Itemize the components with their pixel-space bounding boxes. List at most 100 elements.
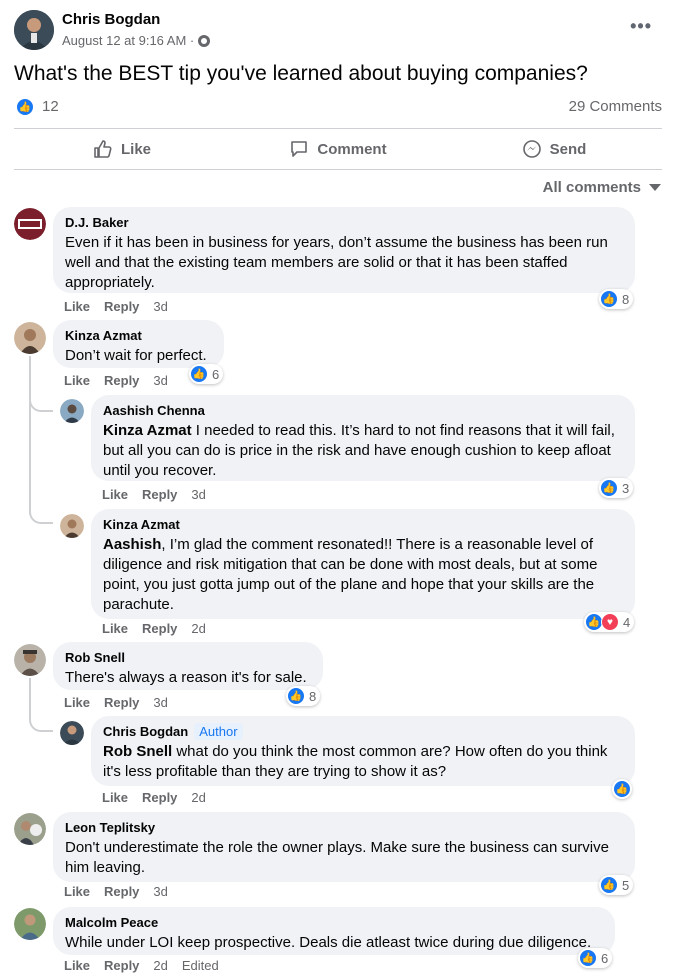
comment-reactions[interactable]: 👍 3 [599, 478, 634, 498]
comment-actions: Like Reply 2d [102, 621, 206, 636]
avatar[interactable] [14, 908, 46, 940]
post-actions: Like Comment Send [14, 130, 662, 168]
edited-label: Edited [181, 958, 219, 973]
reaction-count: 5 [622, 877, 630, 893]
comment-text: Rob Snell what do you think the most com… [103, 742, 623, 782]
like-button[interactable]: Like [14, 130, 230, 168]
reaction-count[interactable]: 12 [42, 98, 59, 115]
comment-like-button[interactable]: Like [102, 487, 128, 502]
reaction-count: 8 [309, 688, 317, 704]
commenter-name[interactable]: Malcolm Peace [65, 914, 603, 931]
comment-button[interactable]: Comment [230, 130, 446, 168]
commenter-name[interactable]: Leon Teplitsky [65, 819, 623, 836]
comment-like-button[interactable]: Like [64, 695, 90, 710]
comment-time[interactable]: 3d [153, 884, 167, 899]
comment-actions: Like Reply 3d [102, 487, 206, 502]
post-timestamp[interactable]: August 12 at 9:16 AM · [62, 33, 211, 48]
comment-reactions[interactable]: 👍 5 [599, 875, 634, 895]
mention-link[interactable]: Kinza Azmat [103, 422, 192, 439]
avatar[interactable] [14, 644, 46, 676]
comment-bubble: Leon Teplitsky Don't underestimate the r… [53, 812, 635, 882]
comment-icon [291, 141, 308, 157]
thumbs-up-icon [94, 140, 112, 158]
like-reaction-icon: 👍 [600, 479, 618, 497]
comment-text: There's always a reason it's for sale. [65, 669, 307, 686]
comment-like-button[interactable]: Like [64, 299, 90, 314]
post-author-name[interactable]: Chris Bogdan [62, 11, 160, 28]
comment-time[interactable]: 2d [191, 621, 205, 636]
comment-bubble: Rob Snell There's always a reason it's f… [53, 642, 323, 690]
comments-count[interactable]: 29 Comments [569, 98, 662, 115]
comment-body: , I’m glad the comment resonated!! There… [103, 536, 598, 613]
comment-reactions[interactable]: 👍 8 [286, 686, 321, 706]
comment-text: Kinza Azmat I needed to read this. It’s … [103, 421, 623, 481]
comment-actions: Like Reply 2d Edited [64, 958, 219, 973]
post-author-avatar[interactable] [14, 10, 54, 50]
globe-icon [198, 34, 211, 47]
comment-reply-button[interactable]: Reply [104, 299, 139, 314]
comment-like-button[interactable]: Like [64, 958, 90, 973]
avatar[interactable] [14, 208, 46, 240]
commenter-name[interactable]: D.J. Baker [65, 214, 623, 231]
comment-text: Don't underestimate the role the owner p… [65, 839, 609, 876]
love-reaction-icon: ♥ [601, 613, 619, 631]
comment-like-button[interactable]: Like [102, 790, 128, 805]
like-reaction-icon[interactable]: 👍 [16, 98, 34, 116]
more-options-icon[interactable]: ••• [630, 16, 652, 37]
comment-time[interactable]: 3d [153, 695, 167, 710]
comment-like-button[interactable]: Like [64, 884, 90, 899]
author-badge: Author [194, 723, 243, 740]
comment-bubble: Kinza Azmat Aashish, I’m glad the commen… [91, 509, 635, 619]
comment-time[interactable]: 3d [191, 487, 205, 502]
avatar[interactable] [60, 399, 84, 423]
commenter-name[interactable]: Aashish Chenna [103, 402, 623, 419]
comment-reply-button[interactable]: Reply [142, 621, 177, 636]
thread-connector [29, 396, 53, 412]
comment-reply-button[interactable]: Reply [104, 373, 139, 388]
mention-link[interactable]: Rob Snell [103, 743, 172, 760]
send-label: Send [549, 140, 587, 158]
comment-reply-button[interactable]: Reply [142, 487, 177, 502]
thread-line [29, 356, 31, 514]
comment-reactions[interactable]: 👍 6 [189, 364, 224, 384]
post-meta-text[interactable]: August 12 at 9:16 AM · [62, 33, 194, 48]
avatar[interactable] [14, 322, 46, 354]
comment-text: Even if it has been in business for year… [65, 234, 608, 291]
comment-sort-dropdown[interactable]: All comments [543, 179, 661, 196]
commenter-name[interactable]: Kinza Azmat [65, 327, 212, 344]
thread-connector [29, 508, 53, 524]
comment-time[interactable]: 3d [153, 299, 167, 314]
avatar[interactable] [60, 721, 84, 745]
comment-actions: Like Reply 2d [102, 790, 206, 805]
comment-time[interactable]: 3d [153, 373, 167, 388]
commenter-name[interactable]: Chris Bogdan [103, 723, 188, 740]
reaction-count: 6 [601, 950, 609, 966]
comment-time[interactable]: 2d [153, 958, 167, 973]
comment-reply-button[interactable]: Reply [104, 884, 139, 899]
comment-reply-button[interactable]: Reply [104, 958, 139, 973]
divider [14, 128, 662, 129]
commenter-name[interactable]: Rob Snell [65, 649, 311, 666]
comment-reactions[interactable]: 👍 [612, 779, 632, 799]
comment-like-button[interactable]: Like [64, 373, 90, 388]
comment-actions: Like Reply 3d [64, 695, 168, 710]
thread-line [29, 678, 31, 718]
comment-like-button[interactable]: Like [102, 621, 128, 636]
send-button[interactable]: Send [446, 130, 662, 168]
comment-reactions[interactable]: 👍 ♥ 4 [584, 612, 635, 632]
post-text: What's the BEST tip you've learned about… [14, 62, 588, 85]
comment-reactions[interactable]: 👍 6 [578, 948, 613, 968]
avatar[interactable] [60, 514, 84, 538]
like-label: Like [120, 140, 151, 158]
comment-reply-button[interactable]: Reply [142, 790, 177, 805]
comment-text: Don’t wait for perfect. [65, 347, 207, 364]
comment-reply-button[interactable]: Reply [104, 695, 139, 710]
commenter-name[interactable]: Kinza Azmat [103, 516, 623, 533]
comment-reactions[interactable]: 👍 8 [599, 289, 634, 309]
caret-down-icon [649, 184, 661, 191]
like-reaction-icon: 👍 [613, 780, 631, 798]
comment-time[interactable]: 2d [191, 790, 205, 805]
mention-link[interactable]: Aashish [103, 536, 161, 553]
comment-text: While under LOI keep prospective. Deals … [65, 934, 592, 951]
avatar[interactable] [14, 813, 46, 845]
